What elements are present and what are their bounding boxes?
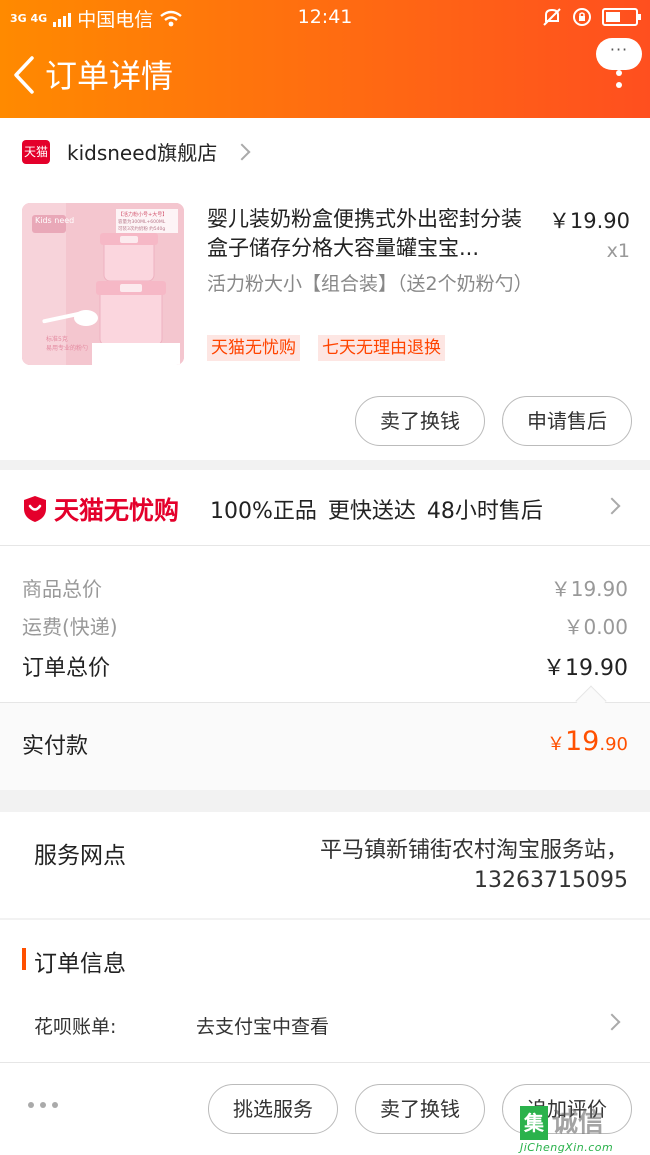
more-vertical-icon	[616, 70, 622, 94]
header: 3G 4G 中国电信 12:41 订单详情 ···	[0, 0, 650, 118]
sell-for-cash-bottom-button[interactable]: 卖了换钱	[355, 1084, 485, 1134]
guarantee-description: 100%正品 更快送达 48小时售后	[210, 499, 543, 524]
order-total-label: 订单总价	[22, 656, 111, 681]
brand-text: Kids need	[35, 216, 74, 225]
svg-text:容量为300ML+600ML: 容量为300ML+600ML	[118, 218, 166, 225]
more-horizontal-icon[interactable]	[28, 1102, 62, 1108]
apply-after-sale-button[interactable]: 申请售后	[502, 396, 632, 446]
huabei-label: 花呗账单:	[34, 1016, 117, 1038]
shield-icon	[24, 496, 46, 522]
goods-total-value: ￥19.90	[550, 577, 628, 601]
tag-7day-return: 七天无理由退换	[318, 335, 445, 361]
product-title[interactable]: 婴儿装奶粉盒便携式外出密封分装盒子储存分格大容量罐宝宝...	[207, 205, 537, 263]
order-total-value: ￥19.90	[543, 656, 628, 681]
shipping-value: ￥0.00	[563, 615, 628, 639]
paid-label: 实付款	[22, 734, 89, 759]
page-title: 订单详情	[45, 57, 174, 95]
choose-service-button[interactable]: 挑选服务	[208, 1084, 338, 1134]
tag-tmall-worry-free: 天猫无忧购	[207, 335, 300, 361]
huabei-link[interactable]: 去支付宝中查看	[196, 1012, 329, 1039]
tmall-icon: 天猫	[22, 140, 50, 164]
product-price: ￥19.90	[548, 209, 630, 233]
service-point-label: 服务网点	[34, 843, 126, 869]
goods-total-label: 商品总价	[22, 577, 102, 601]
watermark-badge: 集	[520, 1106, 548, 1140]
message-bubble: ···	[596, 38, 642, 70]
order-info-title: 订单信息	[34, 951, 126, 977]
product-image[interactable]: Kids need 【活力粉小号+大号】 容量为300ML+600ML 可装3次…	[22, 203, 184, 365]
watermark-text: 诚信	[552, 1108, 605, 1138]
guarantee-logo-text: 天猫无忧购	[54, 496, 180, 525]
paid-value: ￥19.90	[547, 726, 628, 757]
more-menu-button[interactable]: ···	[596, 36, 642, 94]
back-button[interactable]	[8, 52, 48, 98]
svg-text:可装3次约奶粉 约540g: 可装3次约奶粉 约540g	[118, 225, 165, 232]
guarantee-logo: 天猫无忧购	[22, 491, 179, 527]
svg-text:【活力粉小号+大号】: 【活力粉小号+大号】	[118, 211, 167, 218]
mute-icon	[543, 8, 561, 26]
service-point-value: 平马镇新铺街农村淘宝服务站， 13263715095	[319, 838, 628, 893]
status-bar: 3G 4G 中国电信 12:41	[0, 0, 650, 36]
section-accent-bar	[22, 948, 26, 970]
back-arrow-icon	[14, 56, 34, 94]
product-quantity: x1	[606, 240, 630, 262]
battery-icon	[602, 8, 641, 26]
sell-for-cash-button[interactable]: 卖了换钱	[355, 396, 485, 446]
store-name[interactable]: kidsneed旗舰店	[67, 139, 217, 167]
watermark-url: JiChengXin.com	[520, 1141, 614, 1154]
product-spec: 活力粉大小【组合装】（送2个奶粉勺）	[207, 273, 533, 295]
svg-text:易用专业的粉勺: 易用专业的粉勺	[46, 344, 88, 352]
rotation-lock-icon	[573, 8, 591, 26]
watermark: 集 诚信 JiChengXin.com	[520, 1106, 642, 1154]
svg-text:标准5克: 标准5克	[46, 335, 68, 343]
shipping-label: 运费(快递)	[22, 615, 118, 639]
order-info-section	[0, 920, 650, 1062]
